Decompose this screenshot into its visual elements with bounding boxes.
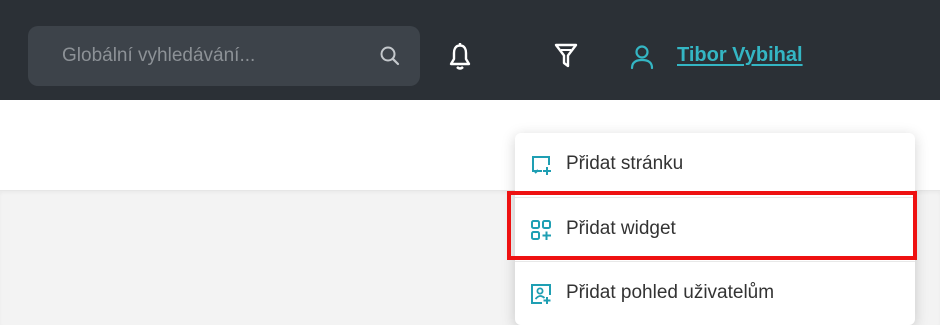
global-search-input[interactable] — [28, 26, 348, 86]
menu-item-label: Přidat stránku — [566, 153, 684, 174]
add-page-icon — [530, 154, 552, 176]
add-user-view-icon — [530, 283, 552, 305]
user-icon — [630, 44, 654, 70]
add-widget-icon — [530, 219, 552, 241]
bell-icon[interactable] — [447, 42, 473, 72]
menu-item-label: Přidat widget — [566, 218, 676, 239]
user-name-link[interactable]: Tibor Vybihal — [677, 44, 803, 67]
menu-item-add-user-view[interactable]: Přidat pohled uživatelům — [515, 261, 915, 325]
menu-item-add-widget[interactable]: Přidat widget — [515, 197, 915, 261]
add-dropdown-menu: Přidat stránku Přidat widget Přidat pohl… — [515, 133, 915, 325]
search-icon[interactable] — [376, 42, 404, 70]
top-bar: Tibor Vybihal — [0, 0, 940, 100]
filter-icon[interactable] — [553, 42, 579, 70]
menu-item-label: Přidat pohled uživatelům — [566, 282, 775, 303]
global-search — [28, 26, 420, 86]
menu-item-add-page[interactable]: Přidat stránku — [515, 133, 915, 197]
